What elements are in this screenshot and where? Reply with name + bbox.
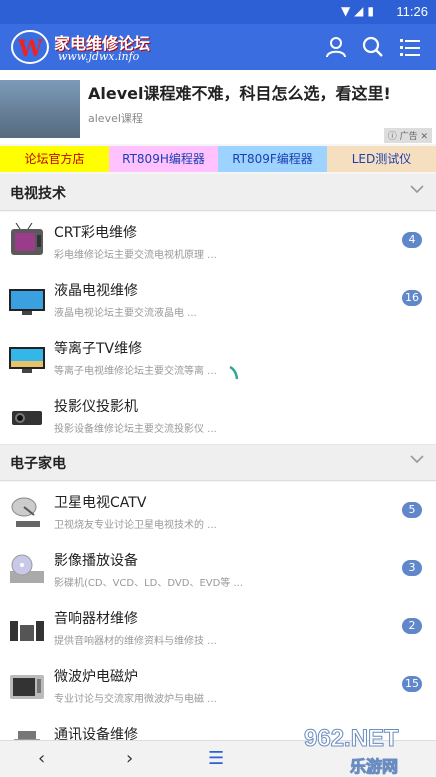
forum-row[interactable]: 卫星电视CATV 卫视烧友专业讨论卫星电视技术的 ... 5 xyxy=(0,482,436,541)
section-tv-tech[interactable]: 电视技术 xyxy=(0,174,436,211)
post-count-badge: 4 xyxy=(402,232,422,248)
status-time: 11:26 xyxy=(396,4,428,19)
forum-name: 等离子TV维修 xyxy=(54,341,143,357)
forward-button[interactable]: › xyxy=(126,748,133,769)
section-title: 电子家电 xyxy=(10,456,66,472)
quick-link-2[interactable]: RT809F编程器 xyxy=(218,146,327,172)
quick-links: 论坛官方店 RT809H编程器 RT809F编程器 LED测试仪 xyxy=(0,146,436,172)
forum-row[interactable]: 音响器材维修提供音响器材的维修资料与维修技 ... 2 xyxy=(0,598,436,657)
post-count-badge: 5 xyxy=(402,502,422,518)
forum-desc: 投影设备维修论坛主要交流投影仪 ... xyxy=(54,424,217,435)
post-count-badge: 2 xyxy=(402,618,422,634)
satellite-dish-icon xyxy=(11,497,40,527)
ad-badge[interactable]: ⓘ 广告 ✕ xyxy=(383,128,432,143)
ad-banner[interactable]: Alevel课程难不难，科目怎么选，看这里! alevel课程 ⓘ 广告 ✕ xyxy=(0,70,436,144)
quick-link-1[interactable]: RT809H编程器 xyxy=(109,146,218,172)
crt-tv-icon xyxy=(11,223,43,255)
dvd-player-icon xyxy=(10,554,44,583)
forum-row[interactable]: 影像播放设备影碟机(CD、VCD、LD、DVD、EVD等 ... 3 xyxy=(0,540,436,599)
projector-icon xyxy=(12,411,42,425)
status-icons: ▼◢▮ xyxy=(340,4,378,18)
search-icon[interactable] xyxy=(362,36,384,58)
chevron-down-icon[interactable] xyxy=(410,182,424,196)
forum-logo-icon[interactable]: W xyxy=(10,29,50,65)
post-count-badge: 3 xyxy=(402,560,422,576)
user-icon[interactable] xyxy=(325,36,347,58)
quick-link-3[interactable]: LED测试仪 xyxy=(327,146,436,172)
forum-row[interactable]: 等离子TV维修等离子电视维修论坛主要交流等离 ... xyxy=(0,328,436,387)
audio-system-icon xyxy=(10,621,44,641)
section-electronics[interactable]: 电子家电 xyxy=(0,444,436,481)
ad-title: Alevel课程难不难，科目怎么选，看这里! xyxy=(88,84,391,103)
forum-row[interactable]: 投影仪投影机投影设备维修论坛主要交流投影仪 ... xyxy=(0,386,436,445)
forum-desc: 专业讨论与交流家用微波炉与电磁 ... xyxy=(54,694,217,705)
plasma-tv-icon xyxy=(9,347,45,373)
forum-desc: 提供音响器材的维修资料与维修技 ... xyxy=(54,636,217,647)
ad-image xyxy=(0,80,80,138)
watermark-sub: 乐游网 xyxy=(349,757,399,777)
menu-icon[interactable] xyxy=(399,36,421,58)
menu-button[interactable]: ☰ xyxy=(208,748,224,769)
app-header: W 家电维修论坛 www.jdwx.info xyxy=(0,24,436,70)
forum-desc: 等离子电视维修论坛主要交流等离 ... xyxy=(54,366,217,377)
post-count-badge: 16 xyxy=(402,290,422,306)
forum-name: 音响器材维修 xyxy=(54,611,138,627)
forum-name: 卫星电视CATV xyxy=(54,495,147,511)
forum-desc: 影碟机(CD、VCD、LD、DVD、EVD等 ... xyxy=(54,578,244,589)
lcd-tv-icon xyxy=(9,289,45,315)
forum-row[interactable]: CRT彩电维修彩电维修论坛主要交流电视机原理 ... 4 xyxy=(0,212,436,271)
forum-name: 投影仪投影机 xyxy=(54,399,138,415)
forum-name: 液晶电视维修 xyxy=(54,283,138,299)
back-button[interactable]: ‹ xyxy=(38,748,45,769)
loading-spinner-icon xyxy=(229,366,239,380)
watermark: 962.NET 乐游网 xyxy=(300,725,436,777)
forum-row[interactable]: 微波炉电磁炉专业讨论与交流家用微波炉与电磁 ... 15 xyxy=(0,656,436,715)
logo-url: www.jdwx.info xyxy=(58,50,140,63)
chevron-down-icon[interactable] xyxy=(410,452,424,466)
svg-text:W: W xyxy=(17,36,43,62)
forum-row[interactable]: 液晶电视维修液晶电视论坛主要交流液晶电 ... 16 xyxy=(0,270,436,329)
post-count-badge: 15 xyxy=(402,676,422,692)
forum-name: 影像播放设备 xyxy=(54,553,138,569)
quick-link-0[interactable]: 论坛官方店 xyxy=(0,146,109,172)
forum-desc: 卫视烧友专业讨论卫星电视技术的 ... xyxy=(54,520,217,531)
forum-name: CRT彩电维修 xyxy=(54,225,138,241)
ad-subtitle: alevel课程 xyxy=(88,112,143,125)
status-bar: ▼◢▮ 11:26 xyxy=(0,0,436,24)
section-title: 电视技术 xyxy=(10,186,66,202)
watermark-text: 962.NET xyxy=(304,725,400,753)
forum-name: 微波炉电磁炉 xyxy=(54,669,138,685)
forum-desc: 彩电维修论坛主要交流电视机原理 ... xyxy=(54,250,217,261)
forum-desc: 液晶电视论坛主要交流液晶电 ... xyxy=(54,308,197,319)
microwave-icon xyxy=(10,675,44,699)
